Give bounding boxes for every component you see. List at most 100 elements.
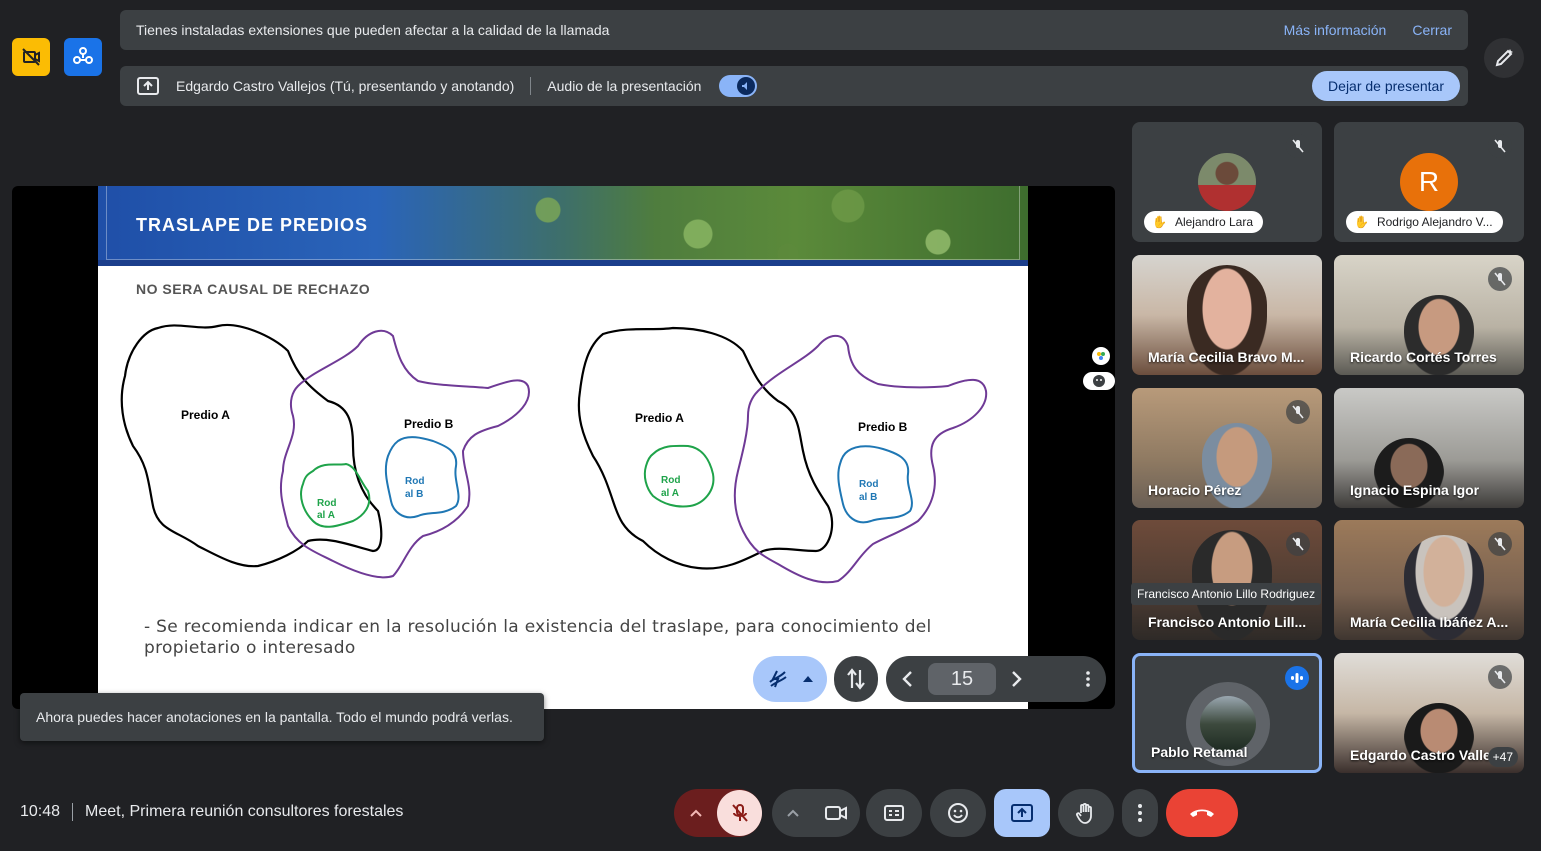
- participant-name: Horacio Pérez: [1148, 482, 1242, 498]
- participant-tile[interactable]: R ✋ Rodrigo Alejandro V...: [1334, 122, 1524, 242]
- participant-tile[interactable]: Horacio Pérez: [1132, 388, 1322, 508]
- participant-name: María Cecilia Bravo M...: [1148, 349, 1305, 365]
- meeting-title: Meet, Primera reunión consultores forest…: [85, 803, 404, 820]
- extension-icon[interactable]: [1092, 347, 1110, 365]
- slide-pager: 15: [886, 656, 1106, 702]
- rod-b-label-right-2: al B: [859, 492, 877, 503]
- rod-a-label-left-1: Rod: [317, 498, 336, 509]
- mic-control-group: [674, 789, 762, 837]
- swap-arrows-icon: [847, 668, 865, 690]
- reactions-button[interactable]: [930, 789, 986, 837]
- participant-name: Francisco Antonio Lill...: [1148, 614, 1307, 630]
- more-info-link[interactable]: Más información: [1284, 22, 1387, 38]
- predio-b-label-right: Predio B: [858, 420, 908, 434]
- no-video-layout-icon[interactable]: [12, 38, 50, 76]
- rod-a-label-right-1: Rod: [661, 475, 680, 486]
- rod-b-label-right-1: Rod: [859, 479, 878, 490]
- presenting-status: Edgardo Castro Vallejos (Tú, presentando…: [176, 78, 515, 94]
- participant-name: Pablo Retamal: [1151, 744, 1248, 760]
- overlap-diagram: Predio A Predio B Rod al A Rod al B Pred…: [120, 323, 988, 584]
- swap-arrows-button[interactable]: [834, 656, 878, 702]
- present-screen-icon: [1011, 804, 1033, 822]
- annotate-pen-icon[interactable]: [1484, 38, 1524, 78]
- caret-up-icon: [803, 676, 813, 682]
- stop-presenting-button[interactable]: Dejar de presentar: [1312, 71, 1460, 101]
- mic-off-icon: [1488, 267, 1512, 291]
- activities-icon[interactable]: [64, 38, 102, 76]
- participant-tile[interactable]: Edgardo Castro Valle +47: [1334, 653, 1524, 773]
- participant-tile[interactable]: ✋ Alejandro Lara: [1132, 122, 1322, 242]
- previous-slide-icon[interactable]: [900, 670, 914, 688]
- mic-off-icon: [1286, 134, 1310, 158]
- presentation-audio-toggle[interactable]: [719, 75, 758, 97]
- present-button[interactable]: [994, 789, 1050, 837]
- leave-call-button[interactable]: [1166, 789, 1238, 837]
- predio-a-label-left: Predio A: [181, 408, 230, 422]
- rod-a-boundary-left: [300, 462, 371, 528]
- presentation-stage: TRASLAPE DE PREDIOS NO SERA CAUSAL DE RE…: [12, 186, 1115, 709]
- participant-tile[interactable]: Ricardo Cortés Torres: [1334, 255, 1524, 375]
- slide-header: TRASLAPE DE PREDIOS: [98, 186, 1028, 266]
- annotation-tools-button[interactable]: [753, 656, 827, 702]
- participant-tile[interactable]: María Cecilia Ibáñez A...: [1334, 520, 1524, 640]
- camera-options-caret-icon[interactable]: [773, 809, 813, 817]
- mic-off-icon: [1286, 400, 1310, 424]
- mic-off-icon: [1488, 134, 1512, 158]
- more-participants-count[interactable]: +47: [1487, 747, 1518, 767]
- presentation-audio-label: Audio de la presentación: [547, 78, 702, 94]
- participant-name: Ignacio Espina Igor: [1350, 482, 1480, 498]
- extensions-warning-banner: Tienes instaladas extensiones que pueden…: [120, 10, 1468, 50]
- mic-options-caret-icon[interactable]: [674, 809, 717, 817]
- more-options-button[interactable]: [1122, 789, 1158, 837]
- banner-message: Tienes instaladas extensiones que pueden…: [136, 22, 610, 38]
- extension-face-icon[interactable]: [1083, 372, 1115, 390]
- rod-b-label-left-2: al B: [405, 489, 423, 500]
- clock-time: 10:48: [20, 803, 61, 820]
- camera-icon: [825, 806, 847, 820]
- mic-off-button[interactable]: [717, 790, 762, 836]
- participant-name-chip: ✋ Rodrigo Alejandro V...: [1346, 211, 1503, 233]
- rod-a-label-right-2: al A: [661, 488, 679, 499]
- slide-number[interactable]: 15: [928, 663, 996, 695]
- predio-a-label-right: Predio A: [635, 411, 684, 425]
- raise-hand-button[interactable]: [1058, 789, 1114, 837]
- avatar: [1198, 153, 1256, 211]
- captions-icon: [884, 805, 904, 821]
- rod-b-label-left-1: Rod: [405, 476, 424, 487]
- more-vert-icon[interactable]: [1086, 671, 1090, 687]
- captions-button[interactable]: [866, 789, 922, 837]
- present-screen-icon: [136, 76, 160, 96]
- participant-name: María Cecilia Ibáñez A...: [1350, 614, 1509, 630]
- emoji-icon: [948, 803, 968, 823]
- participant-tile[interactable]: Ignacio Espina Igor: [1334, 388, 1524, 508]
- participant-name-tooltip: Francisco Antonio Lillo Rodriguez: [1131, 583, 1322, 605]
- next-slide-icon[interactable]: [1010, 670, 1024, 688]
- participant-name: Ricardo Cortés Torres: [1350, 349, 1497, 365]
- participant-tile-speaking[interactable]: Pablo Retamal: [1132, 653, 1322, 773]
- predio-b-label-left: Predio B: [404, 417, 454, 431]
- camera-control-group: [772, 789, 860, 837]
- participant-name-chip: ✋ Alejandro Lara: [1144, 211, 1264, 233]
- close-banner-link[interactable]: Cerrar: [1412, 22, 1452, 38]
- predio-b-boundary-right: [733, 334, 988, 584]
- raised-hand-icon: ✋: [1354, 215, 1369, 229]
- mic-off-icon: [1286, 532, 1310, 556]
- rod-a-label-left-2: al A: [317, 510, 335, 521]
- slide-subtitle: NO SERA CAUSAL DE RECHAZO: [136, 281, 371, 297]
- camera-button[interactable]: [813, 804, 859, 822]
- predio-a-boundary-left: [120, 323, 383, 568]
- participant-tile[interactable]: María Cecilia Bravo M...: [1132, 255, 1322, 375]
- mic-off-icon: [731, 804, 748, 822]
- mic-off-icon: [1488, 532, 1512, 556]
- slide: TRASLAPE DE PREDIOS NO SERA CAUSAL DE RE…: [98, 186, 1028, 709]
- participant-tile[interactable]: Francisco Antonio Lill...: [1132, 520, 1322, 640]
- slide-body-text: - Se recomienda indicar en la resolución…: [144, 617, 932, 658]
- hang-up-icon: [1190, 809, 1214, 817]
- avatar: R: [1400, 153, 1458, 211]
- more-vert-icon: [1138, 804, 1142, 822]
- annotation-toast: Ahora puedes hacer anotaciones en la pan…: [20, 693, 544, 741]
- presenting-bar: Edgardo Castro Vallejos (Tú, presentando…: [120, 66, 1468, 106]
- volume-icon: [737, 77, 756, 95]
- mic-off-icon: [1488, 665, 1512, 689]
- participant-name: Edgardo Castro Valle: [1350, 747, 1491, 763]
